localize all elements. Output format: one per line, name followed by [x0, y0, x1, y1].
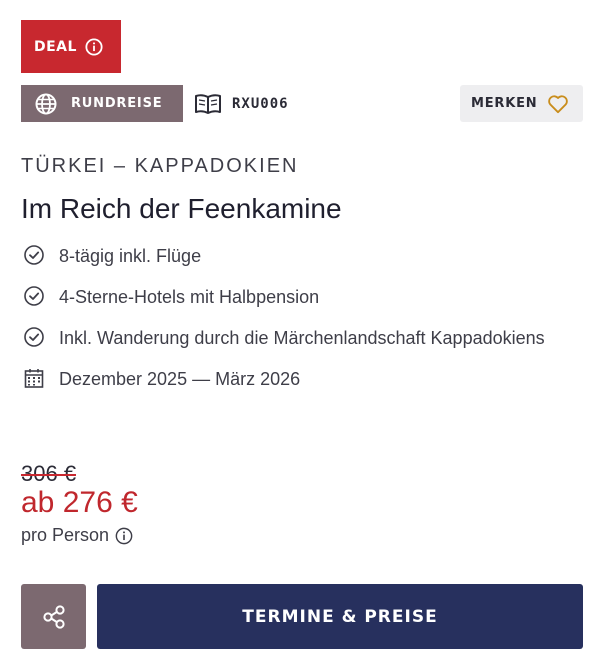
destination-country: TÜRKEI – KAPPADOKIEN: [21, 155, 299, 177]
feature-list: 8-tägig inkl. Flüge 4-Sterne-Hotels mit …: [23, 241, 563, 405]
check-circle-icon: [24, 327, 44, 347]
info-icon[interactable]: [115, 527, 133, 545]
per-person-label: pro Person: [21, 525, 110, 545]
feature-text: Inkl. Wanderung durch die Märchenlandsch…: [59, 328, 545, 348]
trip-type-badge: RUNDREISE: [21, 85, 183, 122]
cta-label: TERMINE & PREISE: [242, 606, 438, 627]
deal-label: DEAL: [34, 38, 77, 55]
trip-code: RXU006: [194, 85, 289, 122]
globe-icon: [35, 93, 57, 114]
check-circle-icon: [24, 245, 44, 265]
trip-code-label: RXU006: [232, 95, 289, 112]
share-icon: [42, 604, 65, 629]
old-price: 306 €: [21, 461, 77, 486]
trip-type-label: RUNDREISE: [71, 96, 163, 111]
share-button[interactable]: [21, 584, 86, 649]
per-person-note: pro Person: [21, 525, 133, 546]
merken-button[interactable]: MERKEN: [460, 85, 583, 122]
merken-label: MERKEN: [471, 96, 538, 111]
check-circle-icon: [24, 286, 44, 306]
feature-item: 8-tägig inkl. Flüge: [23, 241, 563, 271]
dates-and-prices-button[interactable]: TERMINE & PREISE: [97, 584, 583, 649]
feature-item: Inkl. Wanderung durch die Märchenlandsch…: [23, 323, 563, 353]
book-icon: [195, 93, 221, 114]
heart-icon: [548, 94, 569, 113]
trip-title: Im Reich der Feenkamine: [21, 193, 342, 224]
deal-badge[interactable]: DEAL: [21, 20, 121, 73]
current-price: ab 276 €: [21, 486, 138, 519]
feature-text: 4-Sterne-Hotels mit Halbpension: [59, 287, 320, 307]
feature-text: 8-tägig inkl. Flüge: [59, 246, 202, 266]
feature-item: Dezember 2025 — März 2026: [23, 364, 563, 394]
feature-item: 4-Sterne-Hotels mit Halbpension: [23, 282, 563, 312]
travel-period: Dezember 2025 — März 2026: [59, 369, 301, 389]
info-icon: [85, 37, 103, 56]
calendar-icon: [24, 369, 44, 388]
